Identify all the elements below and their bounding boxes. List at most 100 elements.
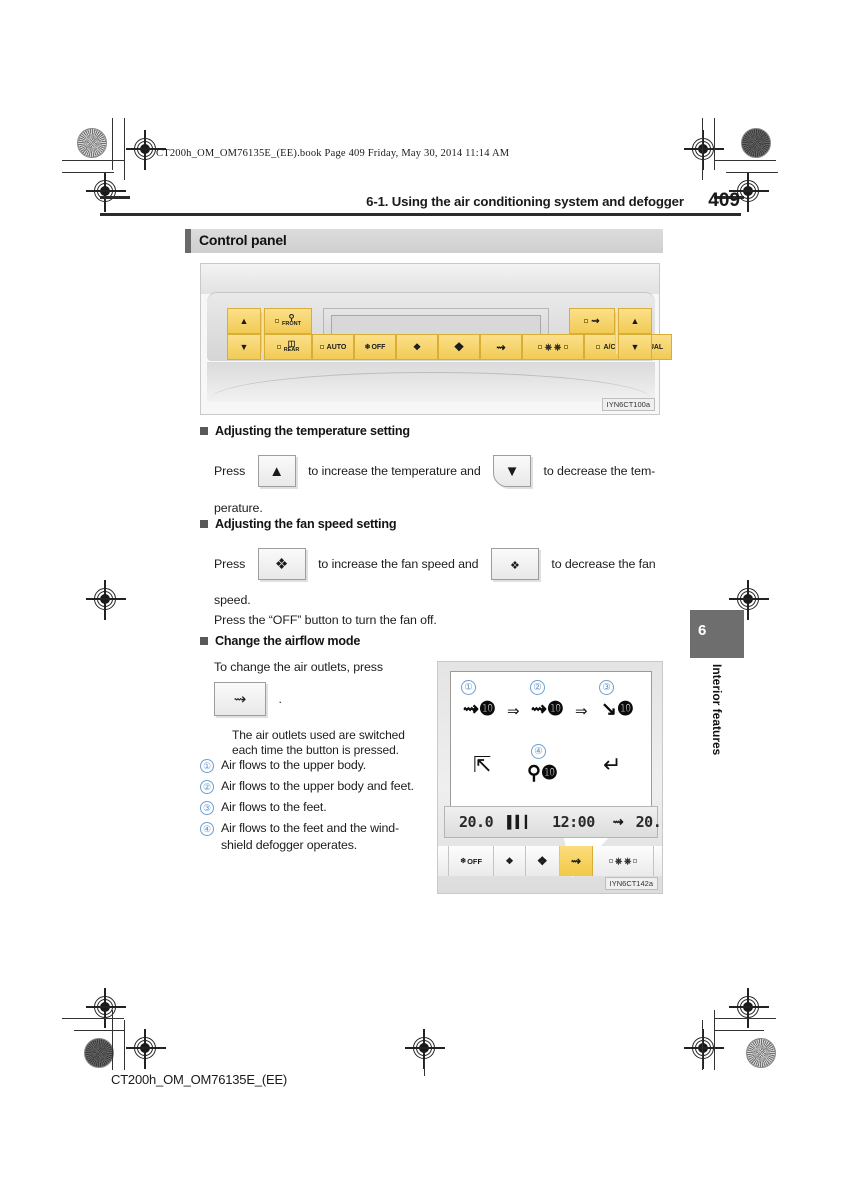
panel-button-airflow-right[interactable]: ⇝ [569,308,615,334]
list-item-text: Air flows to the feet and the wind-shiel… [221,821,399,852]
fan-small-icon: ❖ [509,560,520,572]
chapter-tab-number-box: 6 [690,610,744,658]
snowflake-icon: ❄ [460,858,467,865]
recirc-led-right [564,345,569,349]
inline-button-fan-up[interactable]: ❖ [257,548,306,580]
temperature-wrap-line: perature. [214,501,263,515]
arrow-right-icon-2: ⇒ [575,703,588,720]
trim-line-top-right-inner [726,172,778,174]
snowflake-icon: ❄ [364,344,371,351]
recirc-led-right [633,859,638,863]
trim-line-bottom-right-rule2 [714,1030,764,1032]
recirc-led-left [608,859,613,863]
fan-text-end: to decrease the fan [551,557,656,572]
fan-small-icon: ❖ [412,341,422,352]
rear-defogger-led [276,345,281,349]
mode-number-1: ① [461,680,476,695]
list-item: ② Air flows to the upper body and feet. [200,778,428,795]
bullet-square-icon [200,427,208,435]
auto-led [319,345,324,349]
fan-large-icon: ❖ [274,556,289,573]
footer-document-id: CT200h_OM_OM76135E_(EE) [111,1072,288,1087]
panel-button-rear-defogger[interactable]: ◫ REAR [264,334,312,360]
trim-line-left-outer [112,118,114,170]
banner-accent-bar [185,229,191,253]
strip-button-airflow-mode[interactable]: ⇝ [559,846,594,876]
lcd-airflow-mode-icon: ⇝ [612,814,624,829]
registration-mark-left-middle [86,580,126,620]
panel-button-temp-down-left[interactable]: ▼ [227,334,261,360]
mode-number-2: ② [530,680,545,695]
section-temperature-heading-text: Adjusting the temperature setting [215,424,410,438]
inline-button-temp-down[interactable]: ▼ [493,455,532,487]
lcd-left-temp: 20.0 [459,813,494,831]
trim-line-right-inner [702,118,704,180]
chevron-up-icon-right: ▲ [630,315,640,326]
panel-button-front-defogger[interactable]: ⚲ FRONT [264,308,312,334]
strip-button-off-label: OFF [467,856,483,866]
banner-title: Control panel [199,232,287,248]
fan-small-icon: ❖ [505,855,514,866]
temperature-press-word: Press [214,464,246,479]
panel-button-temp-down-right[interactable]: ▼ [618,334,652,360]
panel-button-off[interactable]: ❄ OFF [354,334,396,360]
book-file-line: CT200h_OM_OM76135E_(EE).book Page 409 Fr… [156,148,510,159]
trim-line-top-left-inner [62,172,114,174]
airflow-upper-body-and-feet-icon: ⇝❿ [531,699,564,720]
airflow-mode-icon: ⇝ [496,341,506,354]
airflow-period: . [278,692,282,707]
inline-button-temp-up[interactable]: ▲ [257,455,296,487]
strip-button-fan-down[interactable]: ❖ [494,846,526,876]
trim-line-right-outer [714,118,716,170]
panel-button-fan-down[interactable]: ❖ [396,334,438,360]
panel-button-airflow-mode[interactable]: ⇝ [480,334,522,360]
front-defogger-label: FRONT [282,321,301,328]
strip-button-fan-up[interactable]: ❖ [525,846,560,876]
fan-off-note: Press the “OFF” button to turn the fan o… [214,613,437,627]
strip-button-off[interactable]: ❄ OFF [449,846,495,876]
chevron-down-icon-right: ▼ [630,341,640,352]
list-number-icon: ② [200,780,214,794]
trim-line-bottom-left-inner [124,1020,126,1070]
section-fan-heading: Adjusting the fan speed setting [200,517,670,531]
strip-button-recirculation[interactable]: ⎈ ⎈ [593,846,655,876]
list-item-text: Air flows to the upper body. [221,758,367,772]
chevron-up-icon: ▲ [269,463,285,480]
strip-button-partial-right[interactable] [654,846,662,876]
arrow-up-loop-icon: ⇱ [473,752,492,777]
airflow-mode-list: ① Air flows to the upper body. ② Air flo… [200,757,428,858]
recirc-led-left [537,345,542,349]
registration-mark-right-lower [729,988,769,1028]
chapter-tab-label: Interior features [710,664,724,756]
panel-button-auto[interactable]: AUTO [312,334,354,360]
strip-button-partial[interactable] [438,846,449,876]
lcd-clock: 12:00 [552,813,595,831]
inline-button-airflow-mode[interactable]: ⇝ [214,682,266,716]
temperature-text-mid: to increase the temperature and [308,464,481,479]
figure-caption-control-panel: IYN6CT100a [601,398,655,411]
section-airflow: Change the airflow mode To change the ai… [200,634,440,757]
rear-defogger-label: REAR [283,347,300,354]
panel-button-air-recirculation[interactable]: ⎈ ⎈ [522,334,584,360]
fan-press-word: Press [214,557,246,572]
trim-line-bottom-right-inner [702,1020,704,1070]
temperature-text-end: to decrease the tem- [543,464,656,479]
inline-button-fan-down[interactable]: ❖ [490,548,539,580]
section-fan-heading-text: Adjusting the fan speed setting [215,517,397,531]
fan-text-mid: to increase the fan speed and [318,557,479,572]
panel-button-temp-up-right[interactable]: ▲ [618,308,652,334]
trim-line-bottom-center [424,1060,426,1076]
ac-led [596,345,601,349]
panel-button-temp-up-left[interactable]: ▲ [227,308,261,334]
chevron-up-icon: ▲ [239,315,249,326]
figure-control-panel: ▲ ▼ ⚲ FRONT ◫ REAR AUTO ❄ OFF ❖ ❖ ⇝ ⎈ ⎈ [200,263,672,415]
airflow-mode-icon: ⇝ [233,691,247,708]
section-banner: Control panel [185,229,663,253]
airflow-button-strip: ❄ OFF ❖ ❖ ⇝ ⎈ ⎈ [438,846,662,876]
header-rule [100,213,741,217]
registration-mark-right-middle [729,580,769,620]
print-burst-mark-bottom-right [746,1038,776,1068]
panel-button-fan-up[interactable]: ❖ [438,334,480,360]
chapter-tab-label-wrap: Interior features [690,664,744,814]
trim-line-bottom-left-rule [62,1018,124,1020]
